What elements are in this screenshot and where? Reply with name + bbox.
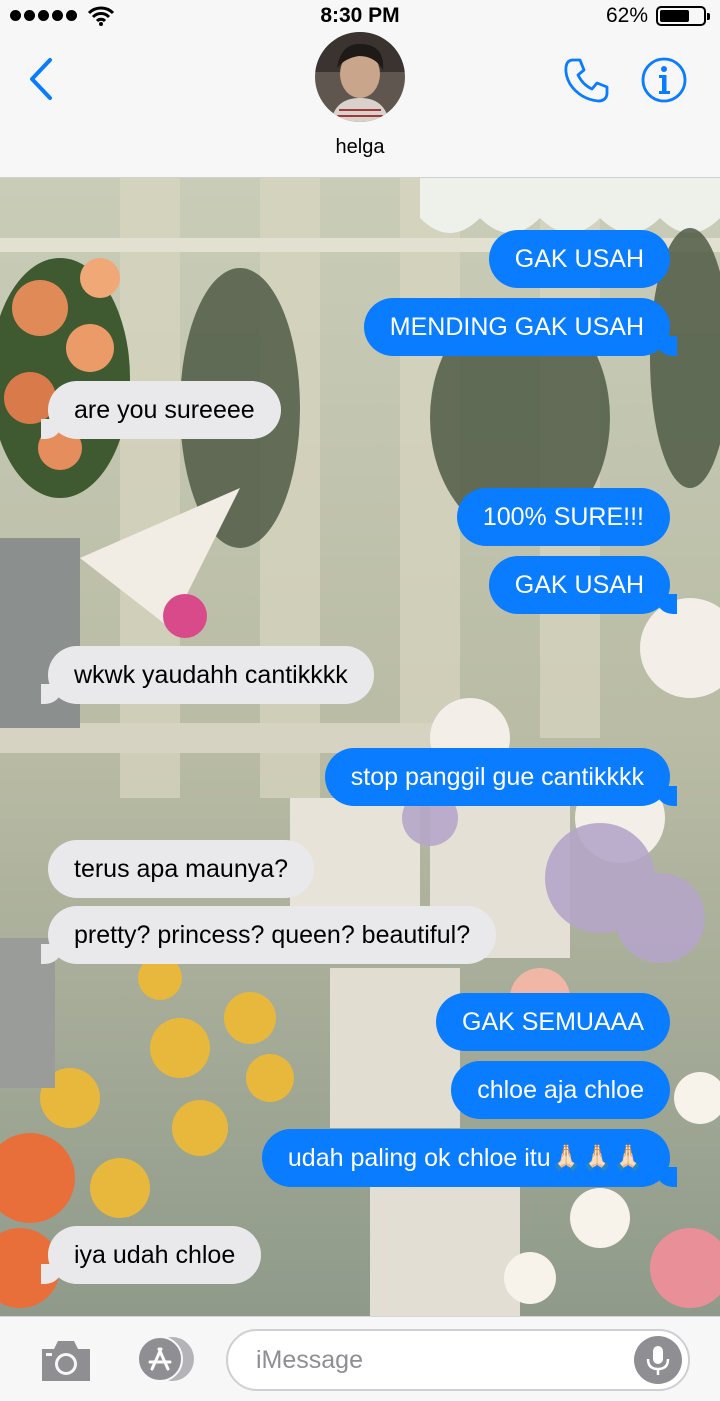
message-input[interactable]	[256, 1341, 636, 1379]
incoming-message-bubble[interactable]: are you sureeee	[41, 381, 281, 439]
conversation-header: helga	[0, 32, 720, 178]
app-store-icon[interactable]	[130, 1335, 196, 1383]
outgoing-message-bubble[interactable]: GAK USAH	[488, 230, 670, 288]
microphone-icon[interactable]	[634, 1336, 682, 1384]
outgoing-message-bubble[interactable]: 100% SURE!!!	[456, 488, 670, 546]
camera-icon[interactable]	[38, 1337, 94, 1383]
contact-avatar[interactable]	[315, 32, 405, 122]
outgoing-message-bubble[interactable]: chloe aja chloe	[451, 1061, 670, 1119]
contact-name[interactable]: helga	[0, 136, 720, 159]
compose-bar	[0, 1316, 720, 1401]
outgoing-message-bubble[interactable]: GAK USAH	[488, 556, 678, 614]
incoming-message-bubble[interactable]: pretty? princess? queen? beautiful?	[40, 906, 497, 964]
incoming-message-bubble[interactable]: wkwk yaudahh cantikkkk	[41, 646, 374, 704]
phone-icon[interactable]	[562, 56, 610, 104]
status-bar: 8:30 PM 62%	[0, 0, 720, 32]
message-input-field[interactable]	[226, 1329, 690, 1391]
back-chevron-icon[interactable]	[26, 56, 56, 102]
outgoing-message-bubble[interactable]: GAK SEMUAAA	[436, 993, 670, 1051]
incoming-message-bubble[interactable]: iya udah chloe	[40, 1226, 262, 1284]
message-thread[interactable]: GAK USAH MENDING GAK USAH are you sureeee 1…	[0, 178, 720, 1316]
outgoing-message-bubble[interactable]: MENDING GAK USAH	[363, 298, 678, 356]
outgoing-message-bubble[interactable]: stop panggil gue cantikkkk	[324, 748, 678, 806]
info-icon[interactable]	[640, 56, 688, 104]
battery-icon	[656, 6, 710, 26]
battery-percent: 62%	[605, 4, 648, 27]
outgoing-message-bubble[interactable]: udah paling ok chloe itu🙏🏻🙏🏻🙏🏻	[261, 1129, 678, 1187]
incoming-message-bubble[interactable]: terus apa maunya?	[48, 840, 315, 898]
